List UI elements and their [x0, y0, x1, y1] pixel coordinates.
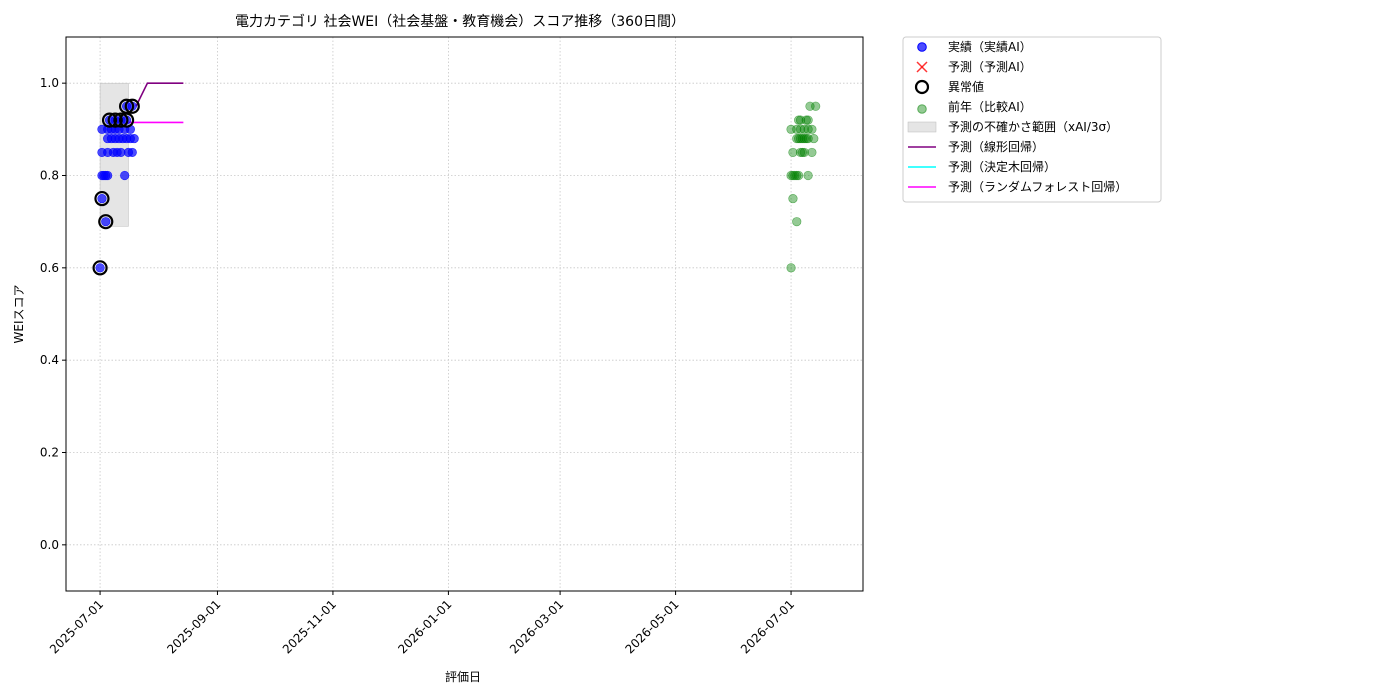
y-tick-label: 0.6 [40, 261, 59, 275]
legend-label: 予測（線形回帰） [948, 139, 1044, 154]
y-axis-label: WEIスコア [12, 285, 26, 344]
x-tick-label: 2025-09-01 [164, 597, 223, 656]
legend: 実績（実績AI） 予測（予測AI） 異常値前年（比較AI） 予測の不確かさ範囲（xAI… [902, 36, 1162, 203]
legend-label: 予測の不確かさ範囲（xAI/3σ） [948, 119, 1118, 134]
y-tick-label: 0.4 [40, 353, 59, 367]
actual-point [103, 170, 113, 181]
previous-year-point [803, 115, 813, 125]
previous-year-point [794, 170, 804, 181]
legend-label: 予測（決定木回帰） [948, 159, 1056, 174]
y-tick-label: 1.0 [40, 76, 59, 90]
plot-frame [65, 36, 864, 592]
x-tick-label: 2025-07-01 [47, 597, 106, 656]
x-tick-label: 2026-01-01 [395, 597, 454, 656]
actual-point [127, 147, 137, 158]
x-tick-label: 2026-03-01 [507, 597, 566, 656]
legend-marker [907, 121, 937, 133]
previous-year-layer [786, 101, 821, 273]
legend-label: 前年（比較AI） [948, 99, 1032, 114]
previous-year-point [786, 263, 796, 273]
legend-label: 異常値 [948, 79, 984, 94]
x-axis-label: 評価日 [445, 669, 481, 684]
legend-marker [917, 42, 927, 52]
legend-label: 予測（ランダムフォレスト回帰） [948, 179, 1127, 194]
previous-year-point [792, 217, 802, 227]
previous-year-point [788, 193, 798, 204]
previous-year-point [807, 147, 817, 158]
x-tick-label: 2025-11-01 [280, 597, 339, 656]
legend-label: 実績（実績AI） [948, 39, 1032, 54]
previous-year-point [803, 170, 813, 181]
actual-point [101, 217, 111, 227]
legend-marker [917, 104, 927, 114]
actual-point [120, 170, 130, 181]
y-tick-label: 0.2 [40, 446, 59, 460]
y-tick-label: 0.0 [40, 538, 59, 552]
tick-layer: 0.0 0.2 0.4 0.6 0.8 1.0 2025-07-01 2025-09-01 20… [40, 76, 797, 656]
linear-regression-line [135, 82, 184, 107]
previous-year-point [811, 101, 821, 111]
previous-year-point [807, 124, 817, 134]
legend-label: 予測（予測AI） [948, 60, 1032, 74]
x-tick-label: 2026-05-01 [622, 597, 681, 656]
previous-year-point [809, 133, 819, 144]
x-tick-label: 2026-07-01 [738, 597, 797, 656]
grid-layer [66, 37, 863, 591]
y-tick-label: 0.8 [40, 169, 59, 183]
chart-title: 電力カテゴリ 社会WEI（社会基盤・教育機会）スコア推移（360日間） [235, 13, 685, 30]
actual-point [95, 263, 105, 273]
chart: 電力カテゴリ 社会WEI（社会基盤・教育機会）スコア推移（360日間） 0.00… [12, 13, 1162, 684]
actual-point [97, 193, 107, 204]
actual-point [129, 133, 139, 144]
